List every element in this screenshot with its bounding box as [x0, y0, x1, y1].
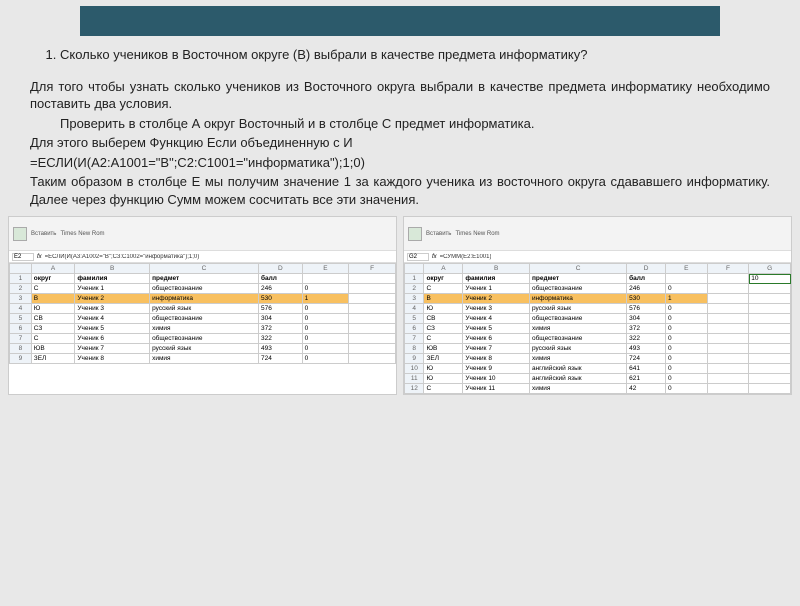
- formula-bar: E2 fx =ЕСЛИ(И(A3:A1002="В";C3:C1002="инф…: [9, 251, 396, 263]
- table-row[interactable]: 11ЮУченик 10английский язык6210: [405, 374, 791, 384]
- col-G[interactable]: G: [749, 264, 791, 274]
- explain-formula: =ЕСЛИ(И(A2:A1001="В";C2:C1001="информати…: [30, 154, 770, 172]
- table-row[interactable]: 8ЮВУченик 7русский язык4930: [405, 344, 791, 354]
- table-row[interactable]: 5СВУченик 4обществознание3040: [10, 314, 396, 324]
- col-F[interactable]: F: [707, 264, 749, 274]
- excel-screenshots: Вставить Times New Rom E2 fx =ЕСЛИ(И(A3:…: [0, 216, 800, 395]
- table-row[interactable]: 7СУченик 6обществознание3220: [405, 334, 791, 344]
- col-E[interactable]: E: [666, 264, 708, 274]
- ribbon: Вставить Times New Rom: [404, 217, 791, 251]
- col-D[interactable]: D: [627, 264, 666, 274]
- table-row[interactable]: 8ЮВУченик 7русский язык4930: [10, 344, 396, 354]
- col-D[interactable]: D: [259, 264, 303, 274]
- fx-icon: fx: [37, 254, 42, 260]
- formula-bar: G2 fx =СУММ(E2:E1001): [404, 251, 791, 263]
- slide-header-bar: [80, 6, 720, 36]
- paste-icon: [408, 227, 422, 241]
- question-item: Сколько учеников в Восточном округе (В) …: [60, 46, 770, 64]
- table-row[interactable]: 9ЗЕЛУченик 8химия7240: [10, 354, 396, 364]
- table-row[interactable]: 3ВУченик 2информатика5301: [405, 294, 791, 304]
- slide-text: Сколько учеников в Восточном округе (В) …: [0, 36, 800, 216]
- grid-right[interactable]: A B C D E F G 1 округ фамилия предмет ба…: [404, 263, 791, 394]
- table-row[interactable]: 7СУченик 6обществознание3220: [10, 334, 396, 344]
- explain-p2: Проверить в столбце А округ Восточный и …: [30, 115, 770, 133]
- grid-left[interactable]: A B C D E F 1 округ фамилия предмет балл…: [9, 263, 396, 364]
- table-row[interactable]: 6СЗУченик 5химия3720: [10, 324, 396, 334]
- excel-shot-right: Вставить Times New Rom G2 fx =СУММ(E2:E1…: [403, 216, 792, 395]
- col-B[interactable]: B: [463, 264, 530, 274]
- explain-p4: Таким образом в столбце Е мы получим зна…: [30, 173, 770, 208]
- col-E[interactable]: E: [302, 264, 349, 274]
- formula-text[interactable]: =СУММ(E2:E1001): [440, 254, 492, 260]
- corner[interactable]: [405, 264, 424, 274]
- table-row[interactable]: 9ЗЕЛУченик 8химия7240: [405, 354, 791, 364]
- col-F[interactable]: F: [349, 264, 396, 274]
- table-row[interactable]: 2СУченик 1обществознание2460: [10, 284, 396, 294]
- table-row[interactable]: 2СУченик 1обществознание2460: [405, 284, 791, 294]
- col-A[interactable]: A: [424, 264, 463, 274]
- col-A[interactable]: A: [31, 264, 75, 274]
- explain-p3: Для этого выберем Функцию Если объединен…: [30, 134, 770, 152]
- table-row[interactable]: 3ВУченик 2информатика5301: [10, 294, 396, 304]
- table-row[interactable]: 6СЗУченик 5химия3720: [405, 324, 791, 334]
- table-row[interactable]: 4ЮУченик 3русский язык5760: [10, 304, 396, 314]
- excel-shot-left: Вставить Times New Rom E2 fx =ЕСЛИ(И(A3:…: [8, 216, 397, 395]
- formula-text[interactable]: =ЕСЛИ(И(A3:A1002="В";C3:C1002="информати…: [45, 254, 200, 260]
- paste-icon: [13, 227, 27, 241]
- header-row[interactable]: 1 округ фамилия предмет балл 10: [405, 274, 791, 284]
- result-cell[interactable]: 10: [749, 274, 791, 284]
- fx-icon: fx: [432, 254, 437, 260]
- name-box[interactable]: G2: [407, 253, 429, 261]
- col-C[interactable]: C: [150, 264, 259, 274]
- table-row[interactable]: 5СВУченик 4обществознание3040: [405, 314, 791, 324]
- question-text: Сколько учеников в Восточном округе (В) …: [60, 47, 587, 62]
- name-box[interactable]: E2: [12, 253, 34, 261]
- table-row[interactable]: 4ЮУченик 3русский язык5760: [405, 304, 791, 314]
- corner[interactable]: [10, 264, 32, 274]
- explain-p1: Для того чтобы узнать сколько учеников и…: [30, 78, 770, 113]
- ribbon: Вставить Times New Rom: [9, 217, 396, 251]
- col-B[interactable]: B: [75, 264, 150, 274]
- header-row[interactable]: 1 округ фамилия предмет балл: [10, 274, 396, 284]
- col-C[interactable]: C: [529, 264, 626, 274]
- table-row[interactable]: 12СУченик 11химия420: [405, 384, 791, 394]
- table-row[interactable]: 10ЮУченик 9английский язык6410: [405, 364, 791, 374]
